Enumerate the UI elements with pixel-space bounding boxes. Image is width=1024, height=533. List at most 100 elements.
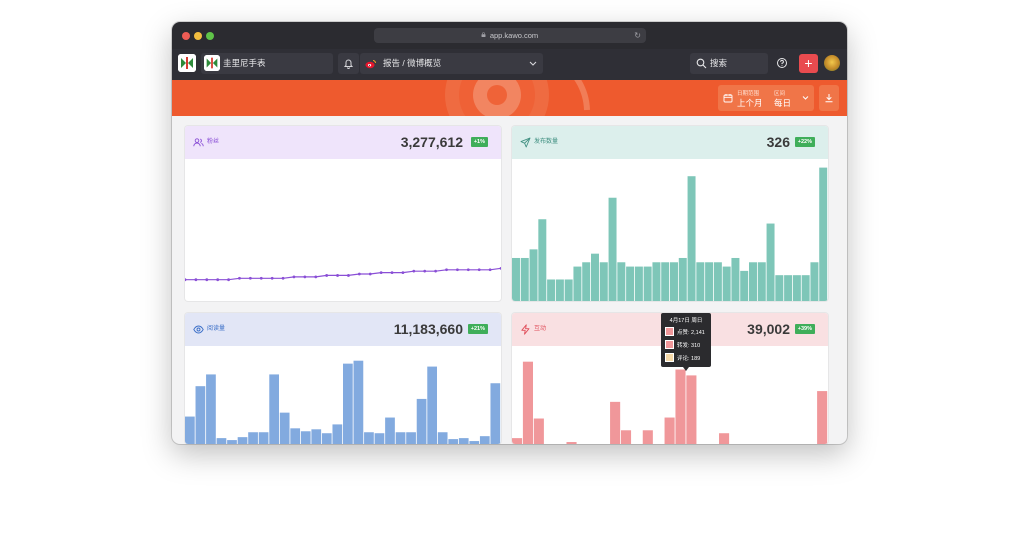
chevron-down-icon [802,96,809,100]
posts-bar [608,197,617,301]
views-bar [195,386,206,444]
account-name: 圭里尼手表 [223,58,266,68]
account-switcher[interactable]: 圭里尼手表 [201,53,333,74]
engagement-value: 39,002 [747,321,790,337]
add-button[interactable]: + [799,54,818,73]
views-value: 11,183,660 [393,321,463,337]
eye-icon [193,325,204,334]
engagement-bar [817,391,828,444]
posts-bar [705,262,714,301]
browser-window: app.kawo.com ↻ 圭里尼手表 报告 / 微博概览 搜索 + 日期范围… [172,22,847,444]
followers-data-point [499,266,501,270]
download-button[interactable] [819,85,839,111]
engagement-bar [620,430,632,444]
views-bar [321,433,332,444]
engagement-bar [675,369,686,444]
chevron-down-icon [529,61,537,66]
search-button[interactable]: 搜索 [690,53,768,74]
followers-change-badge: +1% [470,137,488,147]
posts-bar [591,253,599,301]
weibo-icon [365,60,376,69]
posts-bar [661,262,670,301]
help-icon[interactable] [775,56,789,70]
notifications-button[interactable] [338,53,359,74]
posts-bar [599,262,608,301]
followers-data-point [194,278,198,282]
tooltip-row-reposts: 转发: 310 [665,340,711,350]
followers-data-point [216,278,220,282]
views-bar [364,432,374,444]
posts-bar [678,257,687,301]
search-label: 搜索 [710,58,728,68]
posts-bar-chart [512,167,828,301]
views-bar [395,432,406,444]
posts-card: 发布数量 326 +22% [512,126,828,301]
followers-data-point [292,275,296,279]
report-selector[interactable]: 报告 / 微博概览 [360,53,543,74]
followers-data-point [238,276,241,280]
close-window-button[interactable] [182,32,190,40]
posts-bar [652,262,661,301]
posts-bar [740,270,749,301]
posts-bar [696,262,705,301]
address-bar[interactable]: app.kawo.com ↻ [374,28,646,43]
followers-data-point [281,276,285,280]
tooltip-row-text: 评论: 189 [677,356,701,362]
followers-data-point [270,276,274,280]
engagement-bar [686,375,697,444]
zoom-window-button[interactable] [206,32,214,40]
engagement-bar [512,438,523,444]
views-bar-chart [185,360,501,444]
kawo-logo[interactable] [178,54,196,72]
posts-bar [529,249,538,301]
engagement-bar [566,442,577,444]
send-icon [520,137,531,148]
followers-data-point [185,278,187,282]
views-bar [385,417,395,444]
posts-bar [784,275,793,301]
followers-data-point [248,276,252,280]
minimize-window-button[interactable] [194,32,202,40]
views-label: 阅读量 [207,326,226,332]
followers-data-point [205,278,209,282]
posts-label: 发布数量 [534,139,559,145]
views-bar [185,416,195,444]
posts-bar [687,176,696,301]
posts-bar [749,262,757,301]
tooltip-swatch [665,327,674,336]
views-bar [248,432,258,444]
views-bar [374,433,385,444]
download-icon [825,94,833,103]
views-bar [406,432,416,444]
date-range-control[interactable]: 日期范围 上个月 区间 每日 [718,85,814,111]
followers-data-point [390,271,394,274]
views-bar [490,383,501,444]
views-bar [258,432,269,444]
tooltip-swatch [665,353,674,362]
followers-data-point [401,271,405,274]
views-bar [311,429,322,444]
app-navbar: 圭里尼手表 报告 / 微博概览 搜索 + [172,49,847,80]
engagement-bar [642,430,653,444]
date-range-value: 上个月 [737,98,763,108]
followers-data-point [445,268,448,272]
tooltip-row-text: 点赞: 2,141 [677,330,705,336]
posts-bar [555,279,564,301]
posts-bar [538,219,547,301]
interval-value: 每日 [774,98,792,108]
url-text: app.kawo.com [489,31,539,40]
views-bar [290,428,301,444]
followers-data-point [325,274,329,277]
views-bar [479,436,490,444]
reload-icon[interactable]: ↻ [634,28,641,43]
tooltip-title: 4月17日 周日 [669,318,703,324]
posts-bar [573,266,582,301]
followers-data-point [412,269,416,273]
posts-bar [792,275,801,301]
user-avatar[interactable] [824,55,840,71]
posts-bar [810,262,819,301]
engagement-change-badge: +39% [794,324,815,334]
views-bar [206,374,216,444]
followers-label: 粉丝 [207,139,220,145]
bell-icon [343,59,354,69]
